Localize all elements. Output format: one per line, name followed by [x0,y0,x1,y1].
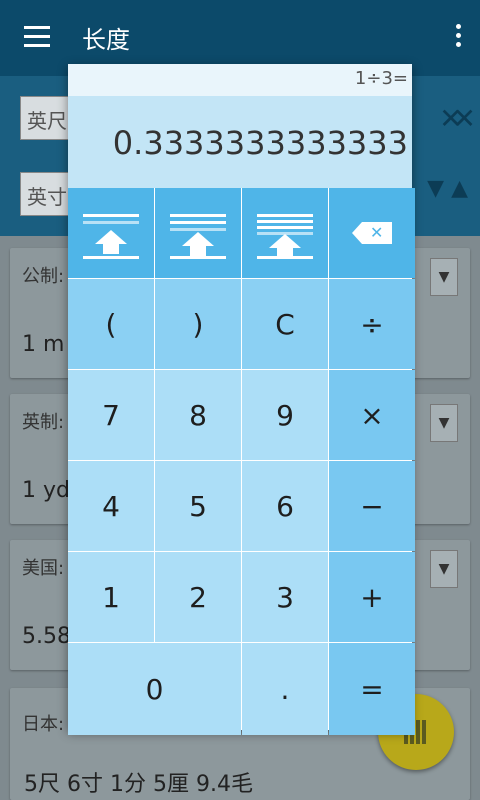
card-label: 美国: [22,558,65,579]
memory-store-icon [257,206,313,260]
card-label: 日本: [22,714,65,735]
digit-1-button[interactable]: 1 [68,552,154,642]
digit-5-button[interactable]: 5 [155,461,241,551]
digit-0-button[interactable]: 0 [68,643,241,735]
plus-button[interactable]: + [329,552,415,642]
digit-4-button[interactable]: 4 [68,461,154,551]
digit-7-button[interactable]: 7 [68,370,154,460]
digit-3-button[interactable]: 3 [242,552,328,642]
result-value: 0.3333333333333 [112,124,408,162]
digit-2-button[interactable]: 2 [155,552,241,642]
open-paren-button[interactable]: ( [68,279,154,369]
calculator-dialog: 1÷3= 0.3333333333333 ✕ () C ÷ 7 8 9 × 4… [68,64,415,735]
equals-button[interactable]: = [329,643,415,735]
digit-9-button[interactable]: 9 [242,370,328,460]
card-label: 公制: [22,266,65,287]
swap-units-icon[interactable]: ✕✕ [439,102,476,135]
clear-button[interactable]: C [242,279,328,369]
backspace-icon: ✕ [352,222,392,244]
close-paren-button[interactable]: ) [155,279,241,369]
chevron-down-icon[interactable]: ▼ [430,550,458,588]
card-label: 英制: [22,412,65,433]
card-value: 1 m [22,332,65,357]
card-value-japan: 5尺 6寸 1分 5厘 9.4毛 [24,772,253,797]
divide-button[interactable]: ÷ [329,279,415,369]
card-value: 1 yd [22,478,70,503]
memory-button-1[interactable] [68,188,154,278]
memory-button-2[interactable] [155,188,241,278]
page-title: 长度 [82,26,130,54]
digit-6-button[interactable]: 6 [242,461,328,551]
memory-store-icon [170,206,226,260]
keypad: ✕ ( ) C ÷ 7 8 9 × 4 5 6 − 1 2 3 + 0 . = [68,188,415,735]
memory-button-3[interactable] [242,188,328,278]
backspace-button[interactable]: ✕ [329,188,415,278]
sort-arrows-icon[interactable]: ▼ ▲ [427,176,468,201]
menu-icon[interactable] [24,26,50,48]
result-display: 0.3333333333333 [68,96,412,188]
more-options-icon[interactable] [456,24,462,51]
digit-8-button[interactable]: 8 [155,370,241,460]
expression-display: 1÷3= [354,68,408,89]
chevron-down-icon[interactable]: ▼ [430,258,458,296]
minus-button[interactable]: − [329,461,415,551]
decimal-point-button[interactable]: . [242,643,328,735]
multiply-button[interactable]: × [329,370,415,460]
chevron-down-icon[interactable]: ▼ [430,404,458,442]
memory-store-icon [83,206,139,260]
card-value: 5.58 [22,624,71,649]
